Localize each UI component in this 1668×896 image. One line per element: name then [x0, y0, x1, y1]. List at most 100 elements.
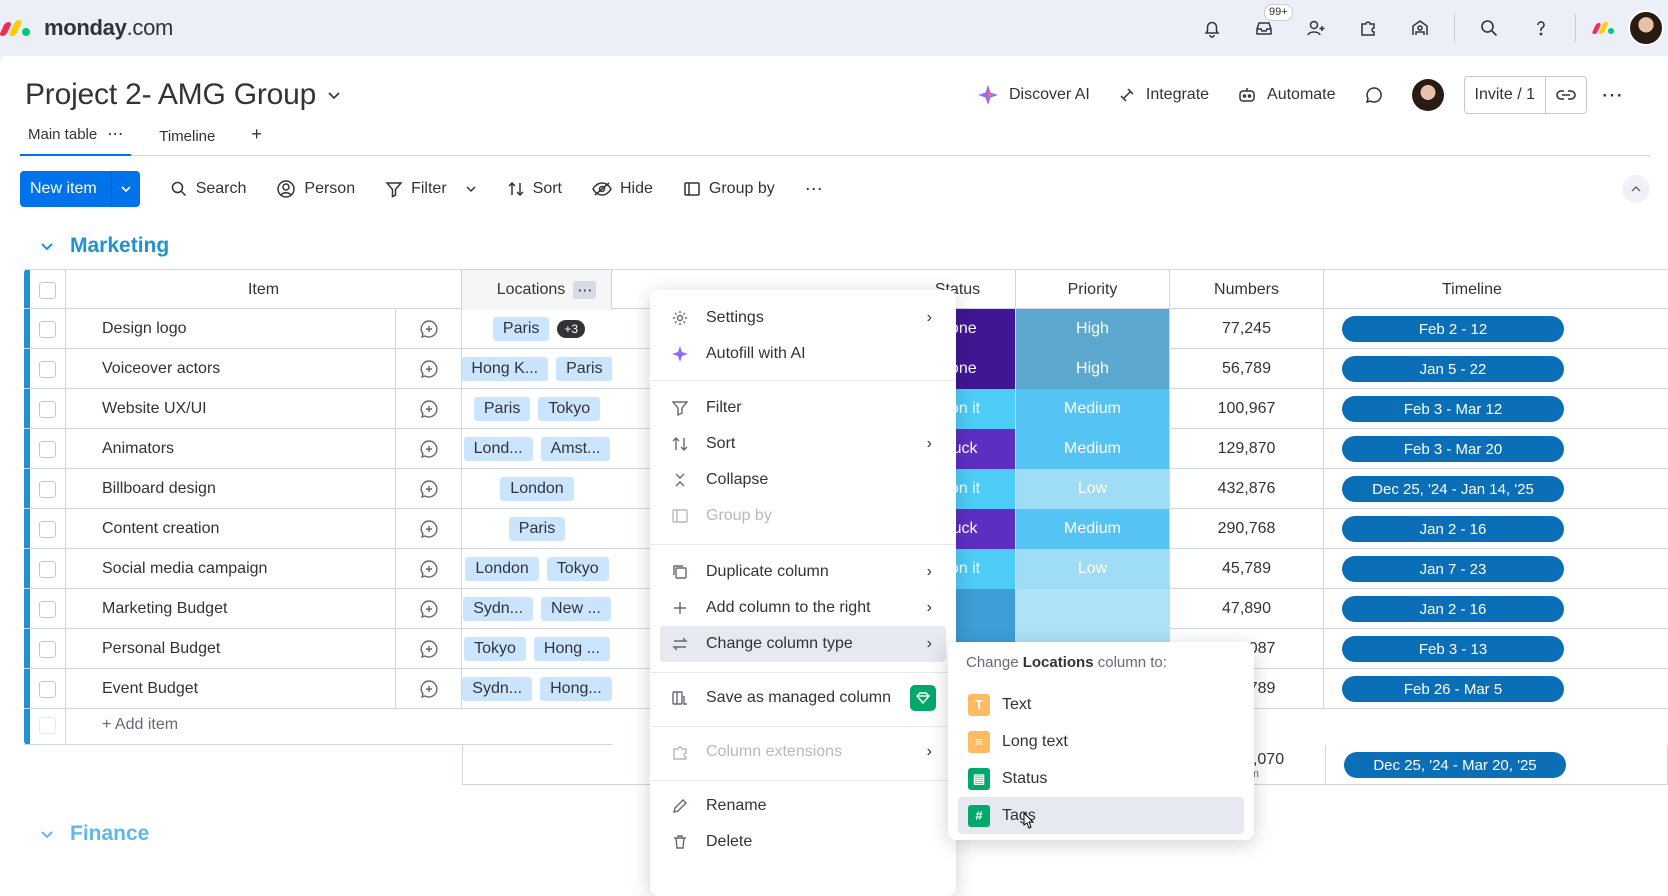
- column-header-numbers[interactable]: Numbers: [1170, 270, 1324, 310]
- timeline-cell[interactable]: Jan 2 - 16: [1324, 589, 1668, 629]
- numbers-cell[interactable]: 56,789: [1170, 349, 1324, 389]
- locations-cell[interactable]: Paris +3: [462, 309, 612, 349]
- new-item-dropdown-icon[interactable]: [110, 171, 140, 207]
- new-item-button[interactable]: New item: [20, 171, 140, 207]
- timeline-cell[interactable]: Feb 2 - 12: [1324, 309, 1668, 349]
- menu-item-rename[interactable]: Rename: [660, 788, 946, 824]
- more-options-icon[interactable]: ⋯: [1587, 77, 1638, 113]
- location-tag[interactable]: Amst...: [540, 437, 611, 461]
- timeline-cell[interactable]: Jan 2 - 16: [1324, 509, 1668, 549]
- copy-link-icon[interactable]: [1545, 76, 1586, 114]
- column-type-tags[interactable]: # Tags: [958, 797, 1244, 834]
- item-name[interactable]: Billboard design: [66, 469, 396, 509]
- menu-item-autofill-ai[interactable]: Autofill with AI: [660, 336, 946, 372]
- item-name[interactable]: Website UX/UI: [66, 389, 396, 429]
- location-tag[interactable]: Paris: [556, 357, 612, 381]
- numbers-cell[interactable]: 100,967: [1170, 389, 1324, 429]
- add-update-icon[interactable]: [396, 549, 462, 589]
- chevron-down-icon[interactable]: [40, 827, 54, 841]
- add-view-icon[interactable]: +: [243, 124, 270, 155]
- location-tag[interactable]: New ...: [541, 597, 611, 621]
- column-type-text[interactable]: T Text: [958, 686, 1244, 723]
- numbers-cell[interactable]: 45,789: [1170, 549, 1324, 589]
- column-header-timeline[interactable]: Timeline: [1324, 270, 1668, 310]
- tab-options-icon[interactable]: ⋯: [107, 124, 123, 144]
- row-checkbox[interactable]: [30, 509, 66, 549]
- updates-chat-icon[interactable]: [1350, 77, 1398, 113]
- location-tag[interactable]: Paris: [508, 517, 566, 541]
- tab-main-table[interactable]: Main table ⋯: [20, 124, 132, 156]
- menu-item-delete[interactable]: Delete: [660, 824, 946, 860]
- chevron-down-icon[interactable]: [326, 87, 342, 103]
- priority-cell[interactable]: High: [1016, 309, 1170, 349]
- row-checkbox[interactable]: [30, 429, 66, 469]
- timeline-cell[interactable]: Feb 26 - Mar 5: [1324, 669, 1668, 709]
- location-tag[interactable]: Paris: [492, 317, 550, 341]
- timeline-cell[interactable]: Feb 3 - Mar 12: [1324, 389, 1668, 429]
- priority-cell[interactable]: Medium: [1016, 429, 1170, 469]
- numbers-cell[interactable]: 290,768: [1170, 509, 1324, 549]
- timeline-cell[interactable]: Feb 3 - 13: [1324, 629, 1668, 669]
- invite-members-icon[interactable]: [1290, 0, 1342, 56]
- menu-item-sort[interactable]: Sort ›: [660, 426, 946, 462]
- menu-item-filter[interactable]: Filter: [660, 390, 946, 426]
- integrate-button[interactable]: Integrate: [1104, 77, 1223, 113]
- tab-timeline[interactable]: Timeline: [151, 128, 223, 155]
- item-name[interactable]: Personal Budget: [66, 629, 396, 669]
- menu-item-add-column-right[interactable]: Add column to the right ›: [660, 590, 946, 626]
- chevron-down-icon[interactable]: [465, 183, 477, 195]
- priority-cell[interactable]: Low: [1016, 469, 1170, 509]
- item-name[interactable]: Animators: [66, 429, 396, 469]
- help-icon[interactable]: [1515, 0, 1567, 56]
- board-title[interactable]: Project 2- AMG Group: [25, 78, 342, 112]
- timeline-cell[interactable]: Feb 3 - Mar 20: [1324, 429, 1668, 469]
- location-tag[interactable]: Tokyo: [546, 557, 609, 581]
- group-name[interactable]: Marketing: [70, 234, 169, 258]
- numbers-cell[interactable]: 77,245: [1170, 309, 1324, 349]
- timeline-cell[interactable]: Jan 7 - 23: [1324, 549, 1668, 589]
- numbers-cell[interactable]: 47,890: [1170, 589, 1324, 629]
- item-name[interactable]: Marketing Budget: [66, 589, 396, 629]
- location-tag[interactable]: Lond...: [463, 437, 533, 461]
- column-type-long-text[interactable]: ≡ Long text: [958, 723, 1244, 760]
- row-checkbox[interactable]: [30, 669, 66, 709]
- numbers-cell[interactable]: 129,870: [1170, 429, 1324, 469]
- add-update-icon[interactable]: [396, 509, 462, 549]
- item-name[interactable]: Social media campaign: [66, 549, 396, 589]
- item-name[interactable]: Event Budget: [66, 669, 396, 709]
- priority-cell[interactable]: [1016, 589, 1170, 629]
- row-checkbox[interactable]: [30, 589, 66, 629]
- timeline-cell[interactable]: Jan 5 - 22: [1324, 349, 1668, 389]
- menu-item-change-column-type[interactable]: Change column type ›: [660, 626, 946, 662]
- locations-cell[interactable]: Sydn... New ...: [462, 589, 612, 629]
- item-name[interactable]: Voiceover actors: [66, 349, 396, 389]
- menu-item-duplicate-column[interactable]: Duplicate column ›: [660, 554, 946, 590]
- location-tag[interactable]: Hong...: [540, 677, 612, 701]
- column-header-locations[interactable]: Locations ⋯: [462, 270, 612, 310]
- menu-item-settings[interactable]: Settings ›: [660, 300, 946, 336]
- user-avatar[interactable]: [1624, 0, 1668, 56]
- item-name[interactable]: Design logo: [66, 309, 396, 349]
- row-checkbox[interactable]: [30, 389, 66, 429]
- search-icon[interactable]: [1463, 0, 1515, 56]
- priority-cell[interactable]: Low: [1016, 549, 1170, 589]
- row-checkbox[interactable]: [30, 349, 66, 389]
- hide-button[interactable]: Hide: [592, 180, 653, 198]
- row-checkbox[interactable]: [30, 309, 66, 349]
- group-by-button[interactable]: Group by: [683, 180, 775, 198]
- location-tag[interactable]: Hong K...: [462, 357, 549, 381]
- add-update-icon[interactable]: [396, 429, 462, 469]
- add-update-icon[interactable]: [396, 669, 462, 709]
- sort-button[interactable]: Sort: [507, 180, 562, 198]
- priority-cell[interactable]: Medium: [1016, 389, 1170, 429]
- board-owner-avatar[interactable]: [1398, 77, 1458, 113]
- search-button[interactable]: Search: [170, 180, 246, 198]
- locations-cell[interactable]: Sydn... Hong...: [462, 669, 612, 709]
- locations-cell[interactable]: Lond... Amst...: [462, 429, 612, 469]
- column-header-priority[interactable]: Priority: [1016, 270, 1170, 310]
- locations-cell[interactable]: Paris: [462, 509, 612, 549]
- priority-cell[interactable]: High: [1016, 349, 1170, 389]
- group-header-marketing[interactable]: Marketing: [40, 234, 169, 258]
- row-checkbox[interactable]: [30, 469, 66, 509]
- notifications-bell-icon[interactable]: [1186, 0, 1238, 56]
